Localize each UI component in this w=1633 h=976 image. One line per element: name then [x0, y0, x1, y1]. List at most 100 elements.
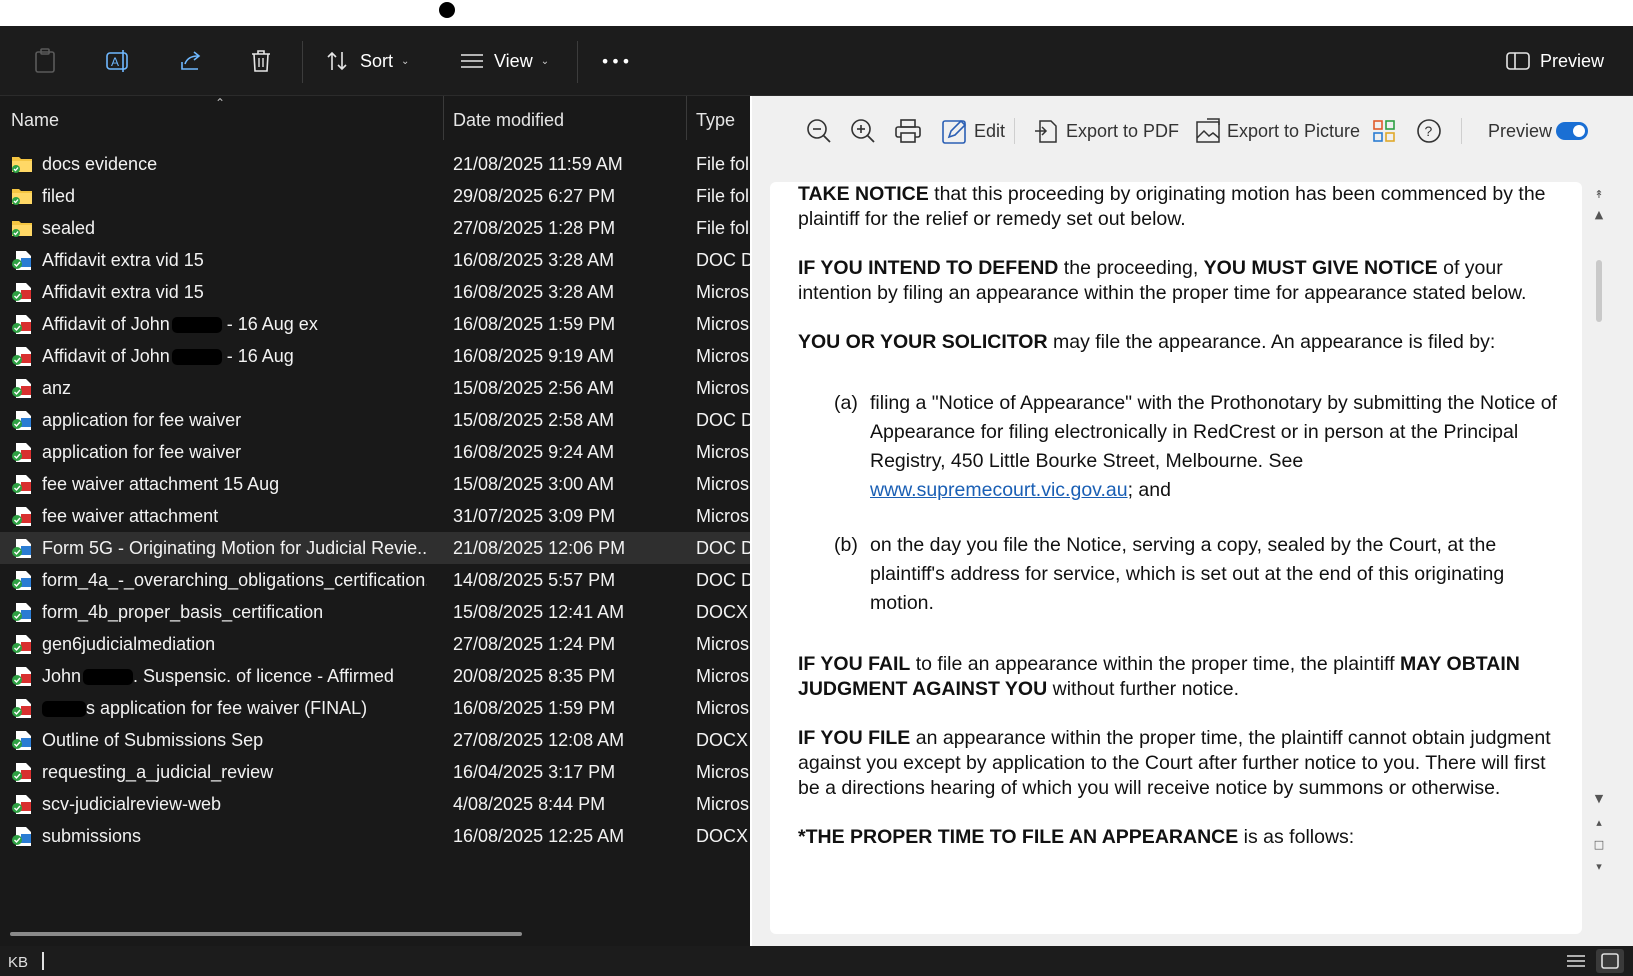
word-document-icon	[11, 602, 33, 623]
file-row[interactable]: form_4a_-_overarching_obligations_certif…	[0, 564, 750, 596]
file-row[interactable]: application for fee waiver 15/08/2025 2:5…	[0, 404, 750, 436]
document-preview[interactable]: TAKE NOTICE that this proceeding by orig…	[770, 182, 1582, 934]
file-row[interactable]: s application for fee waiver (FINAL) 16/0…	[0, 692, 750, 724]
file-row[interactable]: fee waiver attachment 15 Aug 15/08/2025 3…	[0, 468, 750, 500]
clause-label: (b)	[834, 534, 858, 556]
column-header-date[interactable]: Date modified	[453, 96, 564, 144]
file-row[interactable]: requesting_a_judicial_review 16/04/2025 3…	[0, 756, 750, 788]
view-button[interactable]: View ⌄	[460, 26, 560, 96]
file-type: Micros	[696, 346, 749, 366]
toolbar-separator	[577, 41, 578, 83]
file-row[interactable]: Affidavit of John - 16 Aug 16/08/2025 9:1…	[0, 340, 750, 372]
delete-icon[interactable]	[246, 26, 276, 96]
word-document-icon	[11, 538, 33, 559]
file-name: Affidavit extra vid 15	[42, 282, 427, 303]
export-picture-button[interactable]: Export to Picture	[1195, 114, 1360, 148]
file-row[interactable]: Affidavit of John - 16 Aug ex 16/08/2025 …	[0, 308, 750, 340]
file-date-modified: 14/08/2025 5:57 PM	[453, 570, 616, 590]
details-view-button[interactable]	[1562, 949, 1590, 973]
tiles-view-button[interactable]	[1596, 949, 1624, 973]
column-header-type[interactable]: Type	[696, 96, 735, 144]
pdf-file-icon	[11, 698, 33, 719]
file-name-text: application for fee waiver	[42, 442, 242, 462]
file-name-text: gen6judicialmediation	[42, 634, 216, 654]
more-options-button[interactable]: •••	[596, 26, 636, 96]
file-type: Micros	[696, 314, 749, 334]
file-row[interactable]: sealed 27/08/2025 1:28 PM File fol	[0, 212, 750, 244]
file-type: File fol	[696, 186, 750, 206]
paste-icon[interactable]	[30, 26, 60, 96]
doc-emphasis: YOU MUST GIVE NOTICE	[1203, 257, 1438, 279]
scroll-up-icon[interactable]: ▲	[1592, 208, 1606, 221]
file-date-modified: 27/08/2025 1:28 PM	[453, 218, 616, 238]
file-date-modified: 16/08/2025 9:19 AM	[453, 346, 615, 366]
zoom-in-icon[interactable]	[850, 114, 876, 148]
next-page-icon[interactable]: ▾	[1592, 860, 1606, 873]
file-name: sealed	[42, 218, 427, 239]
file-date-modified: 15/08/2025 2:56 AM	[453, 378, 615, 398]
edit-button[interactable]: Edit	[942, 114, 1005, 148]
scroll-down-icon[interactable]: ▼	[1592, 792, 1606, 805]
details-view-icon	[1567, 955, 1585, 967]
preview-toggle-switch[interactable]	[1556, 122, 1588, 140]
file-row[interactable]: Affidavit extra vid 15 16/08/2025 3:28 AM…	[0, 276, 750, 308]
svg-text:A: A	[111, 55, 119, 69]
pdf-file-icon	[11, 442, 33, 463]
share-icon[interactable]	[176, 26, 206, 96]
file-type: Micros	[696, 442, 749, 462]
file-row[interactable]: fee waiver attachment 31/07/2025 3:09 PM M…	[0, 500, 750, 532]
previous-page-icon[interactable]: ▴	[1592, 816, 1606, 829]
file-row[interactable]: scv-judicialreview-web 4/08/2025 8:44 PM M…	[0, 788, 750, 820]
horizontal-scrollbar[interactable]	[10, 932, 522, 936]
zoom-out-icon[interactable]	[806, 114, 832, 148]
file-name-text: docs evidence	[42, 154, 158, 174]
apps-icon[interactable]	[1372, 114, 1396, 148]
file-date-modified: 21/08/2025 12:06 PM	[453, 538, 626, 558]
tiles-view-icon	[1601, 953, 1619, 969]
file-row[interactable]: submissions 16/08/2025 12:25 AM DOCX	[0, 820, 750, 852]
file-name-text: - 16 Aug ex	[221, 314, 318, 334]
file-row[interactable]: filed 29/08/2025 6:27 PM File fol	[0, 180, 750, 212]
help-icon[interactable]: ?	[1416, 114, 1442, 148]
page-icon[interactable]: □	[1592, 838, 1606, 851]
file-date-modified: 15/08/2025 12:41 AM	[453, 602, 625, 622]
word-document-icon	[11, 570, 33, 591]
rename-icon[interactable]: A	[104, 26, 134, 96]
doc-text: without further notice.	[1047, 678, 1240, 700]
preview-pane-button[interactable]: Preview	[1506, 26, 1616, 96]
print-icon[interactable]	[895, 114, 921, 148]
file-rows: docs evidence 21/08/2025 11:59 AM File fol…	[0, 148, 750, 852]
sort-button[interactable]: Sort ⌄	[326, 26, 426, 96]
file-row[interactable]: docs evidence 21/08/2025 11:59 AM File fol	[0, 148, 750, 180]
scroll-top-icon[interactable]: ↟	[1592, 188, 1606, 201]
file-row[interactable]: application for fee waiver 16/08/2025 9:2…	[0, 436, 750, 468]
file-date-modified: 16/04/2025 3:17 PM	[453, 762, 616, 782]
file-name: filed	[42, 186, 427, 207]
scrollbar-thumb[interactable]	[1596, 260, 1602, 322]
file-row[interactable]: Affidavit extra vid 15 16/08/2025 3:28 AM…	[0, 244, 750, 276]
doc-text: filing a "Notice of Appearance" with the…	[870, 392, 1557, 472]
file-row[interactable]: gen6judicialmediation 27/08/2025 1:24 PM M…	[0, 628, 750, 660]
file-type: Micros	[696, 762, 749, 782]
file-row[interactable]: form_4b_proper_basis_certification 15/08/…	[0, 596, 750, 628]
file-name: form_4b_proper_basis_certification	[42, 602, 427, 623]
file-name-text: anz	[42, 378, 72, 398]
export-pdf-button[interactable]: Export to PDF	[1034, 114, 1179, 148]
file-type: Micros	[696, 506, 749, 526]
column-header-name[interactable]: Name	[11, 96, 59, 144]
file-name-text: Affidavit extra vid 15	[42, 282, 204, 302]
court-website-link[interactable]: www.supremecourt.vic.gov.au	[870, 479, 1128, 501]
chevron-down-icon: ⌄	[540, 55, 550, 67]
column-resize-handle[interactable]	[686, 96, 687, 140]
document-scrollbar[interactable]: ↟ ▲ ▼ ▴ □ ▾	[1584, 182, 1614, 934]
column-resize-handle[interactable]	[443, 96, 444, 140]
word-document-icon	[11, 826, 33, 847]
file-row[interactable]: Outline of Submissions Sep 27/08/2025 12:…	[0, 724, 750, 756]
file-row[interactable]: anz 15/08/2025 2:56 AM Micros	[0, 372, 750, 404]
file-row[interactable]: Form 5G - Originating Motion for Judicia…	[0, 532, 750, 564]
file-name-text: Form 5G - Originating Motion for Judicia…	[42, 538, 427, 558]
export-picture-icon	[1196, 118, 1220, 143]
file-row[interactable]: John . Suspensic. of licence - Affirmed 20…	[0, 660, 750, 692]
file-date-modified: 27/08/2025 12:08 AM	[453, 730, 625, 750]
toolbar-separator	[1461, 118, 1462, 144]
